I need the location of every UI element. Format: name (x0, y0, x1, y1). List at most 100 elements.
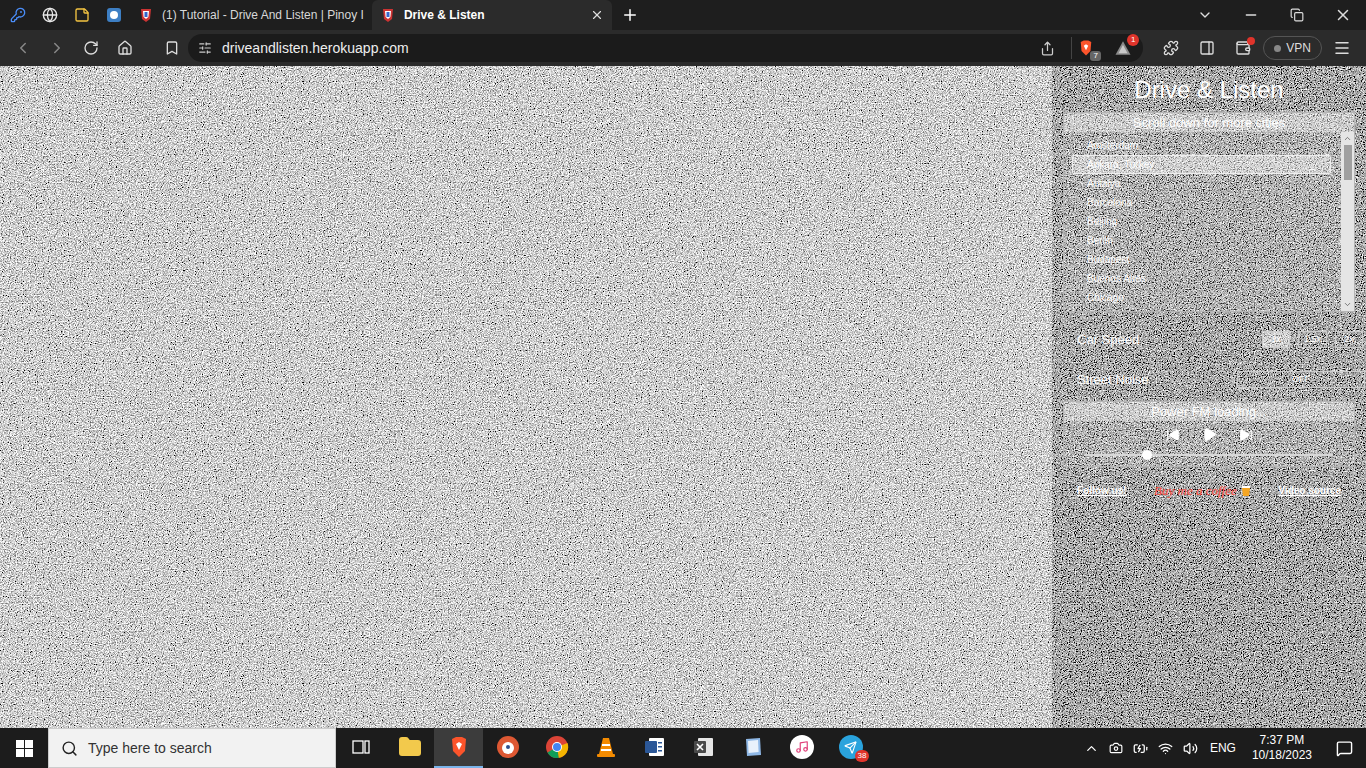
city-item[interactable]: Antalya (1072, 174, 1331, 193)
pinned-tab[interactable] (66, 0, 98, 30)
taskbar-app[interactable] (630, 728, 679, 768)
speed-button[interactable]: 1.5x (1298, 331, 1327, 348)
street-noise-toggle[interactable]: OFF (1237, 371, 1365, 388)
city-item[interactable]: Beijing (1072, 212, 1331, 231)
video-source-link[interactable]: Video source (1278, 483, 1341, 498)
city-item[interactable]: Amsterdam (1072, 136, 1331, 155)
taskbar-app[interactable] (434, 728, 483, 768)
city-list-header: Scroll down for more cities (1064, 113, 1354, 132)
puzzle-icon (1163, 40, 1179, 56)
next-icon[interactable] (1239, 428, 1253, 442)
back-button[interactable] (8, 39, 38, 57)
notification-icon (1336, 740, 1353, 757)
taskbar-app[interactable] (336, 728, 385, 768)
taskbar-app[interactable] (532, 728, 581, 768)
taskbar-app[interactable] (385, 728, 434, 768)
volume-icon[interactable] (1183, 741, 1198, 756)
duckduckgo-icon (496, 735, 520, 759)
taskbar-app[interactable]: 38 (826, 728, 875, 768)
speed-button[interactable]: 1x (1262, 331, 1290, 348)
tab-search-button[interactable] (1182, 0, 1228, 30)
taskbar-app[interactable] (679, 728, 728, 768)
taskbar-app[interactable] (728, 728, 777, 768)
pinned-tab[interactable] (98, 0, 130, 30)
city-item[interactable]: Buenos Aires (1072, 269, 1331, 288)
site-favicon-icon (138, 7, 154, 23)
coffee-link[interactable]: Buy me a coffee (1154, 481, 1251, 501)
scroll-down-icon[interactable] (1343, 300, 1352, 309)
home-icon (117, 40, 133, 56)
extensions-button[interactable] (1155, 40, 1187, 56)
screen: (1) Tutorial - Drive And Listen | Pinoy … (0, 0, 1366, 768)
taskbar-app[interactable] (581, 728, 630, 768)
volume-thumb[interactable] (1142, 450, 1152, 460)
brave-icon (447, 735, 471, 759)
wallet-button[interactable] (1227, 40, 1259, 56)
scroll-up-icon[interactable] (1343, 134, 1352, 143)
previous-icon[interactable] (1166, 428, 1180, 442)
taskbar-app[interactable] (483, 728, 532, 768)
close-button[interactable] (1320, 0, 1366, 30)
start-button[interactable] (0, 728, 48, 768)
address-bar[interactable]: driveandlisten.herokuapp.com71 (188, 34, 1143, 62)
menu-button[interactable] (1326, 39, 1358, 57)
clock-time: 7:37 PM (1260, 733, 1305, 748)
taskbar-search[interactable]: Type here to search (48, 728, 336, 768)
pinned-tab[interactable] (34, 0, 66, 30)
tab-label: Drive & Listen (404, 6, 582, 24)
sidebar-button[interactable] (1191, 40, 1223, 56)
app-badge: 38 (855, 750, 869, 762)
tab-strip-spacer (648, 0, 1182, 30)
new-tab-button[interactable] (612, 0, 648, 30)
clock[interactable]: 7:37 PM10/18/2023 (1248, 733, 1316, 763)
pinned-tabs (0, 0, 130, 30)
paper-plane-icon (844, 741, 857, 754)
home-button[interactable] (110, 40, 140, 56)
close-tab-icon[interactable] (590, 8, 604, 22)
wifi-icon[interactable] (1158, 741, 1173, 756)
share-icon[interactable] (1040, 41, 1055, 56)
camera-icon[interactable] (1109, 741, 1123, 755)
coffee-text: Buy me a coffee (1154, 481, 1237, 501)
language-indicator[interactable]: ENG (1208, 739, 1238, 757)
forward-button[interactable] (42, 39, 72, 57)
rewards-button[interactable]: 1 (1109, 37, 1137, 59)
city-item[interactable]: Ankara, Turkey (1072, 155, 1331, 174)
follow-link[interactable]: Follow us! (1077, 483, 1126, 498)
scroll-thumb[interactable] (1344, 145, 1352, 180)
video-static (0, 66, 1052, 728)
hidden-icons-icon[interactable] (1084, 741, 1099, 756)
shields-button[interactable]: 7 (1071, 37, 1099, 59)
city-item[interactable]: Barcelona (1072, 193, 1331, 212)
browser-tab[interactable]: (1) Tutorial - Drive And Listen | Pinoy … (130, 0, 372, 30)
radio-status: Power FM loading... (1064, 402, 1354, 421)
key-icon (10, 7, 26, 23)
minimize-button[interactable] (1228, 0, 1274, 30)
play-icon[interactable] (1202, 427, 1217, 442)
close-icon (1334, 6, 1352, 24)
restore-button[interactable] (1274, 0, 1320, 30)
reload-button[interactable] (76, 40, 106, 56)
city-item[interactable]: Budapest (1072, 250, 1331, 269)
city-list: Scroll down for more cities AmsterdamAnka… (1063, 112, 1355, 312)
bookmark-icon (164, 40, 180, 56)
bookmark-button[interactable] (144, 40, 184, 56)
city-scrollbar[interactable] (1341, 132, 1354, 311)
site-info-icon[interactable] (198, 41, 212, 55)
taskbar-app[interactable] (777, 728, 826, 768)
pinned-tab[interactable] (2, 0, 34, 30)
city-item[interactable]: Chicago (1072, 288, 1331, 307)
forward-icon (48, 39, 66, 57)
battery-icon[interactable] (1133, 741, 1148, 756)
volume-slider[interactable] (1085, 454, 1333, 456)
static-noise (0, 66, 1052, 728)
notepad-icon (741, 735, 765, 759)
clock-date: 10/18/2023 (1252, 748, 1312, 763)
speed-button[interactable]: 2x (1335, 331, 1363, 348)
city-item[interactable]: Berlin (1072, 231, 1331, 250)
notification-button[interactable] (1326, 740, 1362, 757)
vpn-button[interactable]: VPN (1263, 36, 1322, 60)
vpn-label: VPN (1286, 39, 1311, 57)
fullscreen-icon[interactable] (1350, 74, 1360, 84)
browser-tab[interactable]: Drive & Listen (372, 0, 612, 30)
